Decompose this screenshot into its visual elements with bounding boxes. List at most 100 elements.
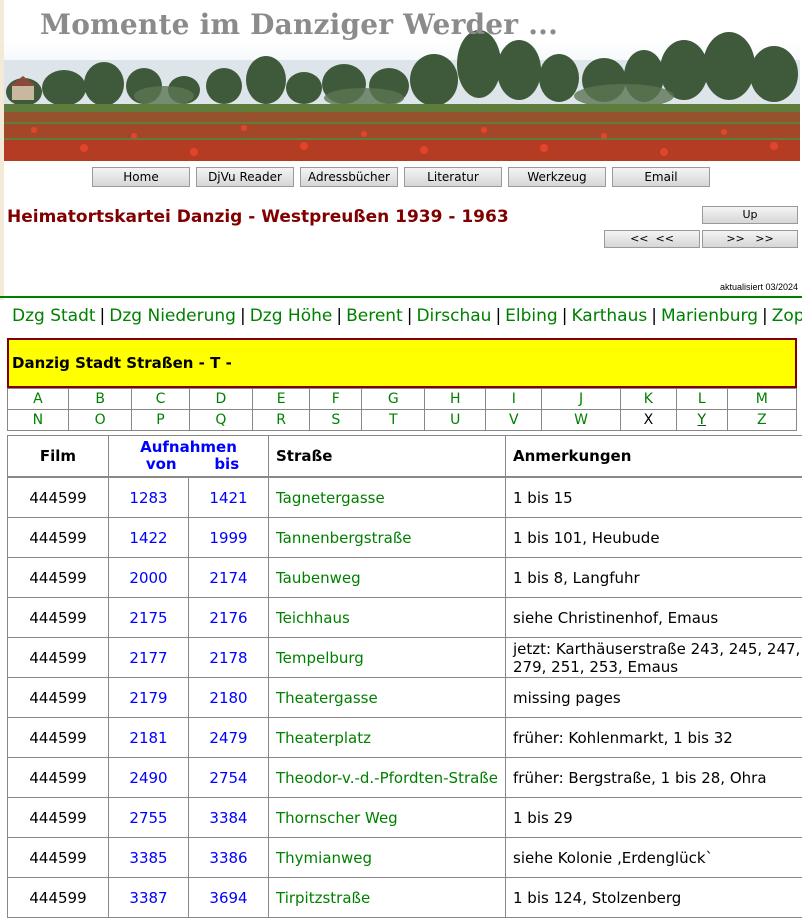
letter-link-t[interactable]: T bbox=[362, 410, 425, 431]
cell-bis-link[interactable]: 1999 bbox=[189, 518, 269, 558]
letter-link-y[interactable]: Y bbox=[676, 410, 727, 431]
banner-title: Momente im Danziger Werder ... bbox=[40, 8, 558, 41]
letter-link-l[interactable]: L bbox=[676, 389, 727, 410]
letter-link-w[interactable]: W bbox=[542, 410, 621, 431]
cell-bis-link[interactable]: 3384 bbox=[189, 798, 269, 838]
cell-anmerkungen: 1 bis 8, Langfuhr bbox=[506, 558, 802, 598]
region-link-dzg-niederung[interactable]: Dzg Niederung bbox=[109, 306, 236, 326]
cell-strasse-link[interactable]: Tannenbergstraße bbox=[269, 518, 506, 558]
next-page-button[interactable]: >> >> bbox=[702, 230, 798, 248]
letter-link-c[interactable]: C bbox=[132, 389, 189, 410]
region-link-dzg-stadt[interactable]: Dzg Stadt bbox=[12, 306, 96, 326]
nav-home-button[interactable]: Home bbox=[92, 167, 190, 187]
region-link-dzg-hoehe[interactable]: Dzg Höhe bbox=[250, 306, 333, 326]
cell-strasse-link[interactable]: Thornscher Weg bbox=[269, 798, 506, 838]
letter-row: N O P Q R S T U V W X Y Z bbox=[8, 410, 797, 431]
letter-link-g[interactable]: G bbox=[362, 389, 425, 410]
letter-link-i[interactable]: I bbox=[486, 389, 542, 410]
letter-row: A B C D E F G H I J K L M bbox=[8, 389, 797, 410]
letter-link-m[interactable]: M bbox=[727, 389, 796, 410]
cell-von-link[interactable]: 2181 bbox=[109, 718, 189, 758]
nav-literatur-button[interactable]: Literatur bbox=[404, 167, 502, 187]
letter-link-a[interactable]: A bbox=[8, 389, 69, 410]
cell-von-link[interactable]: 2177 bbox=[109, 638, 189, 678]
cell-bis-link[interactable]: 2180 bbox=[189, 678, 269, 718]
cell-bis-link[interactable]: 3386 bbox=[189, 838, 269, 878]
nav-djvu-reader-button[interactable]: DjVu Reader bbox=[196, 167, 294, 187]
cell-anmerkungen: 1 bis 101, Heubude bbox=[506, 518, 802, 558]
cell-bis-link[interactable]: 2754 bbox=[189, 758, 269, 798]
region-link-berent[interactable]: Berent bbox=[346, 306, 403, 326]
letter-link-u[interactable]: U bbox=[425, 410, 486, 431]
table-header-row: Film Aufnahmen von bis Straße Anmerkunge… bbox=[8, 436, 802, 478]
table-row: 444599 2755 3384 Thornscher Weg 1 bis 29 bbox=[8, 798, 802, 838]
letter-link-b[interactable]: B bbox=[68, 389, 132, 410]
cell-von-link[interactable]: 1422 bbox=[109, 518, 189, 558]
cell-strasse-link[interactable]: Theaterplatz bbox=[269, 718, 506, 758]
letter-link-z[interactable]: Z bbox=[727, 410, 796, 431]
region-link-dirschau[interactable]: Dirschau bbox=[416, 306, 491, 326]
letter-link-f[interactable]: F bbox=[310, 389, 362, 410]
cell-von-link[interactable]: 3385 bbox=[109, 838, 189, 878]
letter-link-v[interactable]: V bbox=[486, 410, 542, 431]
letter-link-n[interactable]: N bbox=[8, 410, 69, 431]
letter-link-s[interactable]: S bbox=[310, 410, 362, 431]
letter-link-j[interactable]: J bbox=[542, 389, 621, 410]
separator: | bbox=[758, 306, 772, 326]
letter-link-r[interactable]: R bbox=[253, 410, 310, 431]
cell-strasse-link[interactable]: Tempelburg bbox=[269, 638, 506, 678]
table-row: 444599 3385 3386 Thymianweg siehe Koloni… bbox=[8, 838, 802, 878]
region-link-zoppot[interactable]: Zoppot bbox=[772, 306, 802, 326]
cell-von-link[interactable]: 2755 bbox=[109, 798, 189, 838]
cell-anmerkungen: missing pages bbox=[506, 678, 802, 718]
previous-page-button[interactable]: << << bbox=[604, 230, 700, 248]
region-link-elbing[interactable]: Elbing bbox=[505, 306, 558, 326]
separator: | bbox=[403, 306, 417, 326]
section-heading-box: Danzig Stadt Straßen - T - bbox=[7, 338, 797, 388]
nav-email-button[interactable]: Email bbox=[612, 167, 710, 187]
cell-film: 444599 bbox=[8, 558, 109, 598]
nav-adressbuecher-button[interactable]: Adressbücher bbox=[300, 167, 398, 187]
cell-bis-link[interactable]: 2479 bbox=[189, 718, 269, 758]
cell-strasse-link[interactable]: Theatergasse bbox=[269, 678, 506, 718]
cell-film: 444599 bbox=[8, 798, 109, 838]
cell-anmerkungen: 1 bis 29 bbox=[506, 798, 802, 838]
letter-link-k[interactable]: K bbox=[620, 389, 676, 410]
region-link-karthaus[interactable]: Karthaus bbox=[571, 306, 647, 326]
banner: Momente im Danziger Werder ... bbox=[4, 0, 800, 161]
cell-von-link[interactable]: 2179 bbox=[109, 678, 189, 718]
cell-strasse-link[interactable]: Teichhaus bbox=[269, 598, 506, 638]
section-heading: Danzig Stadt Straßen - T - bbox=[12, 354, 232, 372]
letter-link-p[interactable]: P bbox=[132, 410, 189, 431]
separator: | bbox=[647, 306, 661, 326]
cell-film: 444599 bbox=[8, 718, 109, 758]
cell-film: 444599 bbox=[8, 638, 109, 678]
cell-von-link[interactable]: 2175 bbox=[109, 598, 189, 638]
cell-von-link[interactable]: 2000 bbox=[109, 558, 189, 598]
up-button[interactable]: Up bbox=[702, 206, 798, 224]
letter-link-o[interactable]: O bbox=[68, 410, 132, 431]
cell-strasse-link[interactable]: Theodor-v.-d.-Pfordten-Straße bbox=[269, 758, 506, 798]
letter-link-d[interactable]: D bbox=[189, 389, 253, 410]
cell-strasse-link[interactable]: Tagnetergasse bbox=[269, 477, 506, 518]
cell-strasse-link[interactable]: Taubenweg bbox=[269, 558, 506, 598]
cell-bis-link[interactable]: 2176 bbox=[189, 598, 269, 638]
separator: | bbox=[96, 306, 110, 326]
letter-link-h[interactable]: H bbox=[425, 389, 486, 410]
cell-film: 444599 bbox=[8, 758, 109, 798]
header-anmerkungen: Anmerkungen bbox=[506, 436, 802, 478]
nav-werkzeug-button[interactable]: Werkzeug bbox=[508, 167, 606, 187]
region-link-marienburg[interactable]: Marienburg bbox=[661, 306, 758, 326]
letter-link-e[interactable]: E bbox=[253, 389, 310, 410]
separator: | bbox=[558, 306, 572, 326]
cell-von-link[interactable]: 1283 bbox=[109, 477, 189, 518]
cell-bis-link[interactable]: 1421 bbox=[189, 477, 269, 518]
cell-bis-link[interactable]: 2174 bbox=[189, 558, 269, 598]
letter-link-q[interactable]: Q bbox=[189, 410, 253, 431]
divider bbox=[0, 296, 802, 298]
streets-table: Film Aufnahmen von bis Straße Anmerkunge… bbox=[7, 435, 802, 918]
cell-von-link[interactable]: 2490 bbox=[109, 758, 189, 798]
letter-index: A B C D E F G H I J K L M N O P Q R S T … bbox=[7, 388, 797, 431]
cell-strasse-link[interactable]: Thymianweg bbox=[269, 838, 506, 878]
cell-bis-link[interactable]: 2178 bbox=[189, 638, 269, 678]
